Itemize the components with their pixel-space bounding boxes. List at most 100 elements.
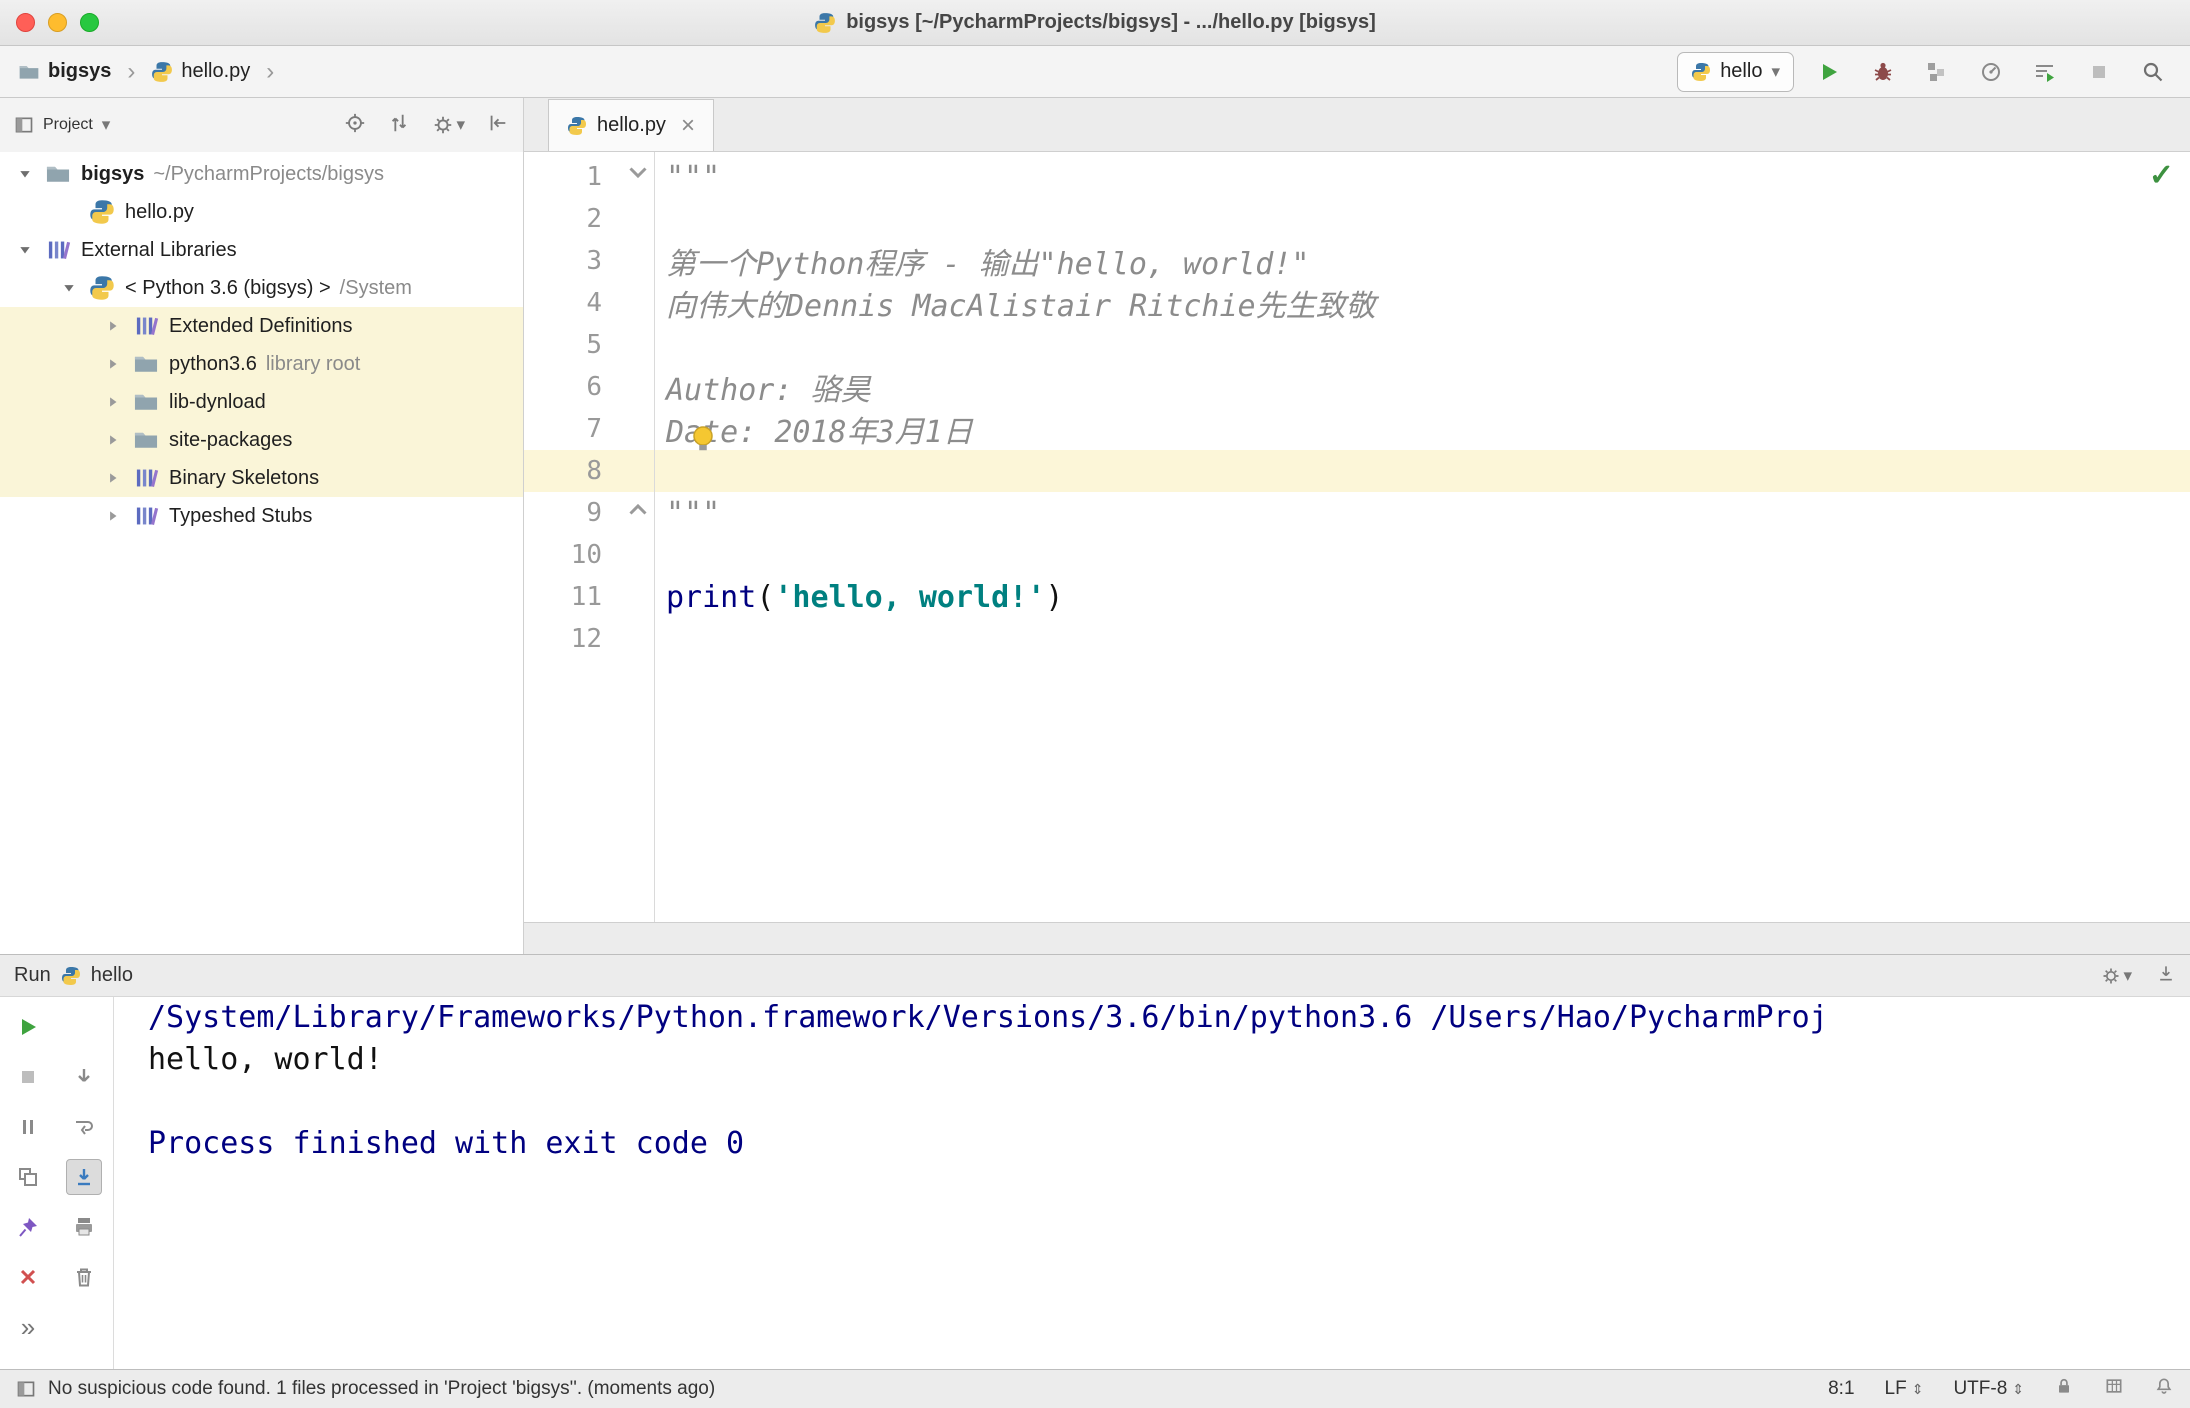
code-text[interactable]: print('hello, world!') <box>666 580 1063 615</box>
project-panel-title[interactable]: Project <box>43 116 93 134</box>
tab-close-icon[interactable]: × <box>681 113 695 138</box>
down-stack-trace-button[interactable] <box>66 1059 102 1095</box>
trash-icon <box>77 1268 91 1287</box>
pin-tab-button[interactable] <box>10 1209 46 1245</box>
highlighting-level-button[interactable] <box>2104 1376 2124 1402</box>
stop-button[interactable] <box>2080 53 2118 91</box>
hide-panel-button[interactable] <box>2156 963 2176 989</box>
locate-file-button[interactable] <box>344 112 366 139</box>
debug-button[interactable] <box>1864 53 1902 91</box>
tree-item-external-libraries[interactable]: External Libraries <box>0 231 523 269</box>
collapse-all-icon <box>392 114 407 131</box>
tree-item-python-3.6-bigsys[interactable]: < Python 3.6 (bigsys) > /System <box>0 269 523 307</box>
line-number[interactable]: 9 <box>524 498 602 528</box>
code-text[interactable]: """ <box>666 496 720 531</box>
tree-item-bigsys[interactable]: bigsys ~/PycharmProjects/bigsys <box>0 155 523 193</box>
encoding-widget[interactable]: UTF-8 ⇕ <box>1953 1378 2024 1400</box>
rerun-button[interactable] <box>10 1009 46 1045</box>
fold-marker-icon[interactable] <box>626 164 650 182</box>
tree-item-typeshed-stubs[interactable]: Typeshed Stubs <box>0 497 523 535</box>
code-text[interactable]: Author: 骆昊 <box>666 365 871 409</box>
hide-panel-button[interactable] <box>487 112 509 139</box>
line-number[interactable]: 6 <box>524 372 602 402</box>
coverage-button[interactable] <box>1918 53 1956 91</box>
status-widgets: 8:1 LF ⇕ UTF-8 ⇕ <box>1828 1376 2174 1402</box>
more-actions-button[interactable]: » <box>10 1309 46 1345</box>
library-icon <box>130 465 162 491</box>
inspections-ok-icon[interactable]: ✓ <box>2149 158 2174 193</box>
minimize-window-button[interactable] <box>48 13 67 32</box>
zoom-window-button[interactable] <box>80 13 99 32</box>
settings-button[interactable]: ▾ <box>432 114 465 136</box>
chevron-down-icon[interactable] <box>8 167 42 181</box>
chevron-right-icon[interactable] <box>96 357 130 371</box>
chevron-down-icon[interactable] <box>52 281 86 295</box>
code-text[interactable]: 向伟大的Dennis MacAlistair Ritchie先生致敬 <box>666 281 1376 325</box>
fold-marker-icon[interactable] <box>626 500 650 518</box>
editor[interactable]: 1 """ 2 3 第一个Python程序 - 输出"hello, world!" 4 向伟… <box>524 152 2190 922</box>
close-button[interactable] <box>10 1259 46 1295</box>
caret-position-widget[interactable]: 8:1 <box>1828 1378 1854 1400</box>
down-arrow-icon <box>78 1069 90 1082</box>
tree-item-site-packages[interactable]: site-packages <box>0 421 523 459</box>
breadcrumb-file[interactable]: hello.py <box>181 60 250 83</box>
line-number[interactable]: 2 <box>524 204 602 234</box>
line-number[interactable]: 1 <box>524 162 602 192</box>
hide-panel-icon <box>490 115 506 130</box>
scroll-to-end-button[interactable] <box>66 1159 102 1195</box>
line-number[interactable]: 7 <box>524 414 602 444</box>
notifications-button[interactable] <box>2154 1376 2174 1402</box>
chevron-down-icon[interactable]: ▾ <box>102 115 111 135</box>
toolwindow-toggle-icon[interactable] <box>16 1379 36 1399</box>
tree-item-label: < Python 3.6 (bigsys) > <box>125 276 331 299</box>
tree-item-extended-definitions[interactable]: Extended Definitions <box>0 307 523 345</box>
line-number[interactable]: 8 <box>524 456 602 486</box>
line-number[interactable]: 10 <box>524 540 602 570</box>
run-button[interactable] <box>1810 53 1848 91</box>
run-panel-title[interactable]: Run <box>14 964 51 987</box>
tree-item-suffix: ~/PycharmProjects/bigsys <box>153 162 384 185</box>
search-everywhere-button[interactable] <box>2134 53 2172 91</box>
line-number[interactable]: 4 <box>524 288 602 318</box>
tree-item-lib-dynload[interactable]: lib-dynload <box>0 383 523 421</box>
code-text[interactable]: 第一个Python程序 - 输出"hello, world!" <box>666 239 1309 283</box>
chevron-right-icon[interactable] <box>96 509 130 523</box>
python-icon <box>86 275 118 301</box>
intention-bulb-icon[interactable] <box>688 424 718 454</box>
line-number[interactable]: 12 <box>524 624 602 654</box>
target-icon <box>346 113 365 132</box>
close-window-button[interactable] <box>16 13 35 32</box>
console-output[interactable]: /System/Library/Frameworks/Python.framew… <box>114 997 2190 1369</box>
run-console-button[interactable] <box>2026 53 2064 91</box>
play-icon <box>1817 60 1841 84</box>
chevron-right-icon[interactable] <box>96 433 130 447</box>
soft-wrap-button[interactable] <box>66 1109 102 1145</box>
profiler-button[interactable] <box>1972 53 2010 91</box>
gear-icon <box>432 114 454 136</box>
breadcrumb-project[interactable]: bigsys <box>48 60 111 83</box>
profiler-icon <box>1982 62 2000 81</box>
line-separator-widget[interactable]: LF ⇕ <box>1885 1378 1924 1400</box>
restore-layout-button[interactable] <box>10 1159 46 1195</box>
chevron-right-icon[interactable] <box>96 471 130 485</box>
code-text[interactable]: """ <box>666 160 720 195</box>
line-number[interactable]: 3 <box>524 246 602 276</box>
clear-all-button[interactable] <box>66 1259 102 1295</box>
settings-button[interactable]: ▾ <box>2101 966 2132 986</box>
run-panel-config[interactable]: hello <box>91 964 133 987</box>
run-configuration-select[interactable]: hello ▾ <box>1677 51 1794 92</box>
chevron-right-icon[interactable] <box>96 395 130 409</box>
stop-button[interactable] <box>10 1059 46 1095</box>
tab-hello-py[interactable]: hello.py × <box>548 99 714 151</box>
chevron-right-icon[interactable] <box>96 319 130 333</box>
collapse-all-button[interactable] <box>388 112 410 139</box>
chevron-down-icon[interactable] <box>8 243 42 257</box>
print-button[interactable] <box>66 1209 102 1245</box>
readonly-lock-button[interactable] <box>2054 1376 2074 1402</box>
line-number[interactable]: 11 <box>524 582 602 612</box>
tree-item-hello.py[interactable]: hello.py <box>0 193 523 231</box>
tree-item-python3.6[interactable]: python3.6 library root <box>0 345 523 383</box>
line-number[interactable]: 5 <box>524 330 602 360</box>
tree-item-binary-skeletons[interactable]: Binary Skeletons <box>0 459 523 497</box>
pause-output-button[interactable] <box>10 1109 46 1145</box>
